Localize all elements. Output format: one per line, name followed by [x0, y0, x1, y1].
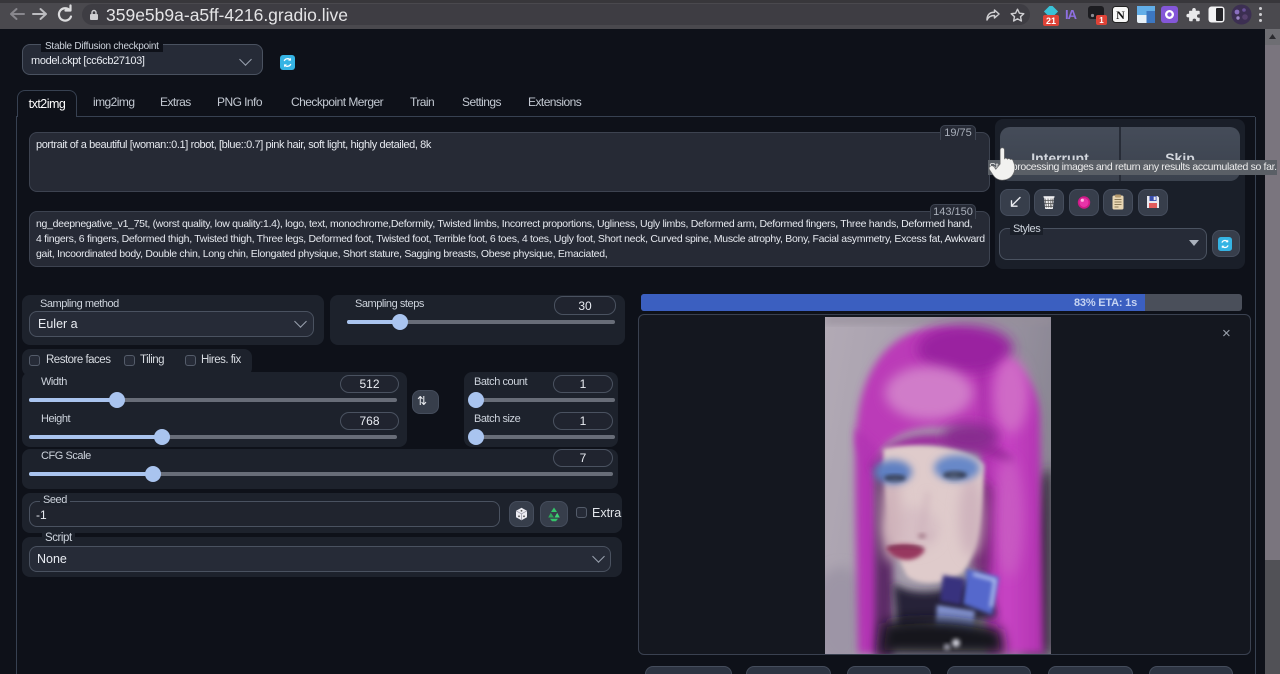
svg-text:21: 21	[1046, 16, 1056, 26]
svg-text:1: 1	[1099, 16, 1104, 25]
svg-text:N: N	[1116, 8, 1125, 22]
